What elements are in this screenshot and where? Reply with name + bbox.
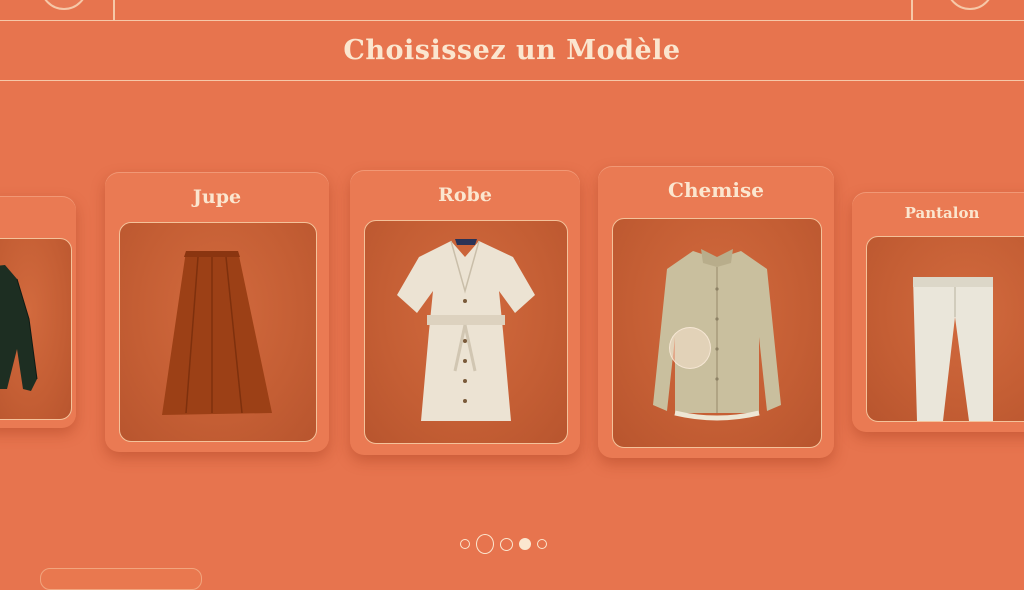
dress-icon — [397, 239, 535, 421]
model-photo — [0, 238, 72, 420]
model-label: Robe — [438, 184, 492, 206]
pager-dot[interactable] — [500, 537, 513, 551]
shirt-icon — [653, 249, 781, 421]
model-photo — [364, 220, 568, 444]
model-label: Chemise — [668, 178, 764, 202]
trousers-icon — [913, 277, 993, 421]
model-card-chemise[interactable]: Chemise — [598, 166, 834, 458]
model-card-robe[interactable]: Robe — [350, 170, 580, 455]
model-card-sweater[interactable] — [0, 196, 76, 428]
bottom-button-partial[interactable] — [40, 568, 202, 590]
tap-indicator — [669, 327, 711, 369]
sweater-icon — [0, 265, 38, 391]
pager-dot[interactable] — [460, 539, 470, 549]
skirt-icon — [162, 251, 272, 415]
top-bar-divider — [113, 0, 115, 20]
model-card-pantalon[interactable]: Pantalon — [852, 192, 1024, 432]
pager-dot[interactable] — [537, 539, 547, 549]
page-title: Choisissez un Modèle — [343, 34, 681, 66]
model-label: Pantalon — [904, 204, 980, 222]
model-card-jupe[interactable]: Jupe — [105, 172, 329, 452]
top-bar — [0, 0, 1024, 21]
title-band: Choisissez un Modèle — [0, 20, 1024, 81]
pager-dot-active[interactable] — [519, 538, 531, 550]
carousel-pager — [460, 534, 547, 554]
model-label: Jupe — [192, 186, 242, 208]
top-bar-divider — [911, 0, 913, 20]
model-photo — [119, 222, 317, 442]
model-photo — [866, 236, 1024, 422]
model-photo — [612, 218, 822, 448]
pager-dot[interactable] — [476, 534, 494, 554]
